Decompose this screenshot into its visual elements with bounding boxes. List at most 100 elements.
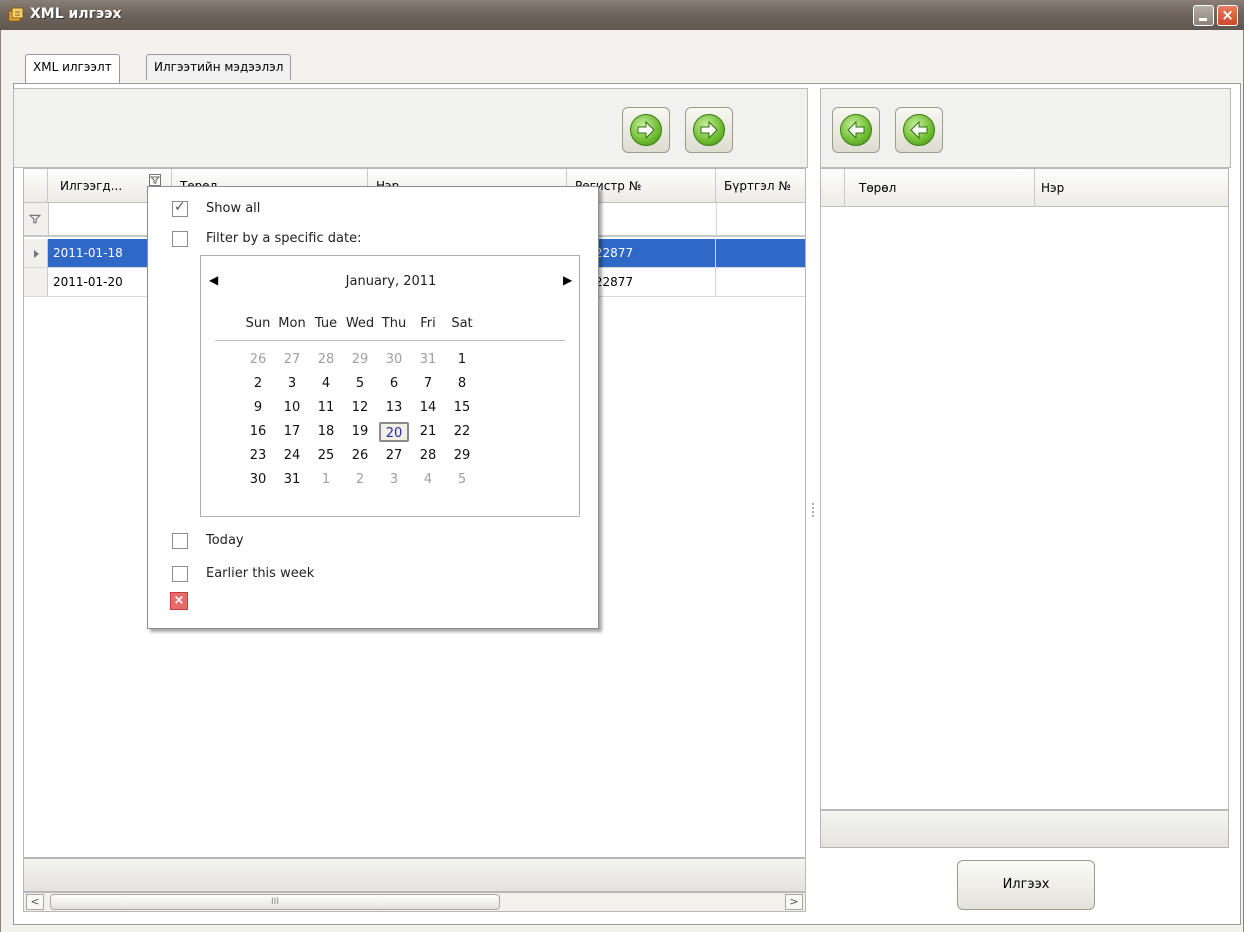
cell-date: 2011-01-18 [53, 246, 123, 260]
tab-sender-info[interactable]: Илгээтийн мэдээлэл [146, 54, 292, 80]
calendar-day[interactable]: 18 [311, 422, 341, 442]
weekday-header: Wed [345, 316, 375, 331]
calendar-day[interactable]: 30 [379, 350, 409, 370]
move-all-left-button[interactable] [832, 107, 880, 153]
weekday-header: Tue [314, 316, 338, 331]
specific-date-label: Filter by a specific date: [206, 231, 362, 246]
calendar-day[interactable]: 27 [277, 350, 307, 370]
arrow-right-icon [630, 114, 662, 146]
filter-row-selector [24, 203, 49, 235]
show-all-checkbox[interactable] [172, 199, 188, 217]
move-selected-right-button[interactable] [622, 107, 670, 153]
row-pointer-icon [34, 250, 39, 258]
minimize-button[interactable] [1193, 5, 1214, 26]
double-arrow-left-icon [840, 114, 872, 146]
horizontal-scrollbar[interactable]: < III > [23, 892, 806, 912]
calendar-day[interactable]: 23 [243, 446, 273, 466]
calendar-day[interactable]: 26 [243, 350, 273, 370]
column-header-name[interactable]: Нэр [1035, 169, 1228, 207]
calendar-day[interactable]: 30 [243, 470, 273, 490]
scroll-left-icon[interactable]: < [26, 894, 44, 910]
today-label: Today [206, 533, 244, 548]
filter-funnel-icon[interactable] [149, 174, 161, 186]
calendar-day[interactable]: 4 [413, 470, 443, 490]
date-filter-popup: Show all Filter by a specific date: ◀ Ja… [147, 186, 599, 629]
calendar-day[interactable]: 24 [277, 446, 307, 466]
calendar-day[interactable]: 11 [311, 398, 341, 418]
calendar-day[interactable]: 1 [447, 350, 477, 370]
calendar-day[interactable]: 4 [311, 374, 341, 394]
calendar-day[interactable]: 17 [277, 422, 307, 442]
move-all-right-button[interactable] [685, 107, 733, 153]
calendar-day[interactable]: 19 [345, 422, 375, 442]
arrow-left-icon [903, 114, 935, 146]
app-icon [8, 7, 24, 22]
weekday-header: Fri [420, 316, 436, 331]
filter-icon [29, 214, 41, 224]
calendar-day[interactable]: 3 [277, 374, 307, 394]
weekday-header: Sat [451, 316, 473, 331]
cell-date: 2011-01-20 [53, 275, 123, 289]
calendar-day[interactable]: 7 [413, 374, 443, 394]
clear-filter-icon[interactable]: × [170, 592, 188, 610]
calendar-day[interactable]: 8 [447, 374, 477, 394]
calendar-day[interactable]: 2 [345, 470, 375, 490]
calendar: ◀ January, 2011 ▶ Sun Mon Tue Wed Thu Fri Sat … [200, 255, 580, 517]
column-header-label: Илгээгд... [60, 179, 123, 193]
earlier-this-week-label: Earlier this week [206, 566, 315, 581]
move-selected-left-button[interactable] [895, 107, 943, 153]
column-header-type[interactable]: Төрөл [845, 169, 1035, 207]
calendar-day[interactable]: 3 [379, 470, 409, 490]
calendar-day[interactable]: 27 [379, 446, 409, 466]
scroll-thumb[interactable]: III [50, 894, 500, 910]
weekday-header: Mon [278, 316, 306, 331]
calendar-day[interactable]: 29 [345, 350, 375, 370]
calendar-day[interactable]: 28 [311, 350, 341, 370]
row-header-corner [24, 169, 48, 203]
row-header-corner [821, 169, 845, 207]
row-selector[interactable] [24, 268, 48, 297]
selected-list-grid: Төрөл Нэр [820, 168, 1229, 810]
next-month-icon[interactable]: ▶ [563, 273, 572, 287]
close-window-button[interactable]: × [1217, 5, 1238, 26]
double-arrow-right-icon [693, 114, 725, 146]
calendar-day[interactable]: 14 [413, 398, 443, 418]
calendar-day[interactable]: 12 [345, 398, 375, 418]
calendar-day[interactable]: 10 [277, 398, 307, 418]
calendar-day[interactable]: 15 [447, 398, 477, 418]
calendar-day[interactable]: 29 [447, 446, 477, 466]
row-selector[interactable] [24, 239, 48, 268]
calendar-day[interactable]: 31 [413, 350, 443, 370]
calendar-day[interactable]: 16 [243, 422, 273, 442]
calendar-day[interactable]: 1 [311, 470, 341, 490]
weekday-header: Thu [381, 316, 407, 331]
calendar-day[interactable]: 9 [243, 398, 273, 418]
calendar-day[interactable]: 2 [243, 374, 273, 394]
right-toolbar [820, 88, 1231, 168]
calendar-day[interactable]: 6 [379, 374, 409, 394]
show-all-label: Show all [206, 201, 261, 216]
window-title: XML илгээх [30, 6, 122, 22]
today-checkbox[interactable] [172, 533, 188, 549]
tab-xml-send[interactable]: XML илгээлт [25, 54, 120, 83]
earlier-this-week-checkbox[interactable] [172, 566, 188, 582]
scroll-right-icon[interactable]: > [785, 894, 803, 910]
calendar-day[interactable]: 20 [379, 422, 409, 442]
calendar-day[interactable]: 22 [447, 422, 477, 442]
right-grid-footer [820, 810, 1229, 848]
specific-date-checkbox[interactable] [172, 231, 188, 247]
column-header-registration[interactable]: Бүртгэл № [716, 169, 805, 203]
calendar-day[interactable]: 21 [413, 422, 443, 442]
send-button[interactable]: Илгээх [957, 860, 1095, 910]
calendar-day[interactable]: 28 [413, 446, 443, 466]
weekday-header: Sun [245, 316, 271, 331]
calendar-day[interactable]: 5 [345, 374, 375, 394]
title-bar: XML илгээх × [0, 0, 1244, 30]
panel-splitter[interactable] [811, 84, 816, 924]
calendar-day[interactable]: 13 [379, 398, 409, 418]
calendar-month-label: January, 2011 [345, 274, 437, 289]
calendar-day[interactable]: 31 [277, 470, 307, 490]
calendar-day[interactable]: 5 [447, 470, 477, 490]
calendar-day[interactable]: 26 [345, 446, 375, 466]
calendar-day[interactable]: 25 [311, 446, 341, 466]
